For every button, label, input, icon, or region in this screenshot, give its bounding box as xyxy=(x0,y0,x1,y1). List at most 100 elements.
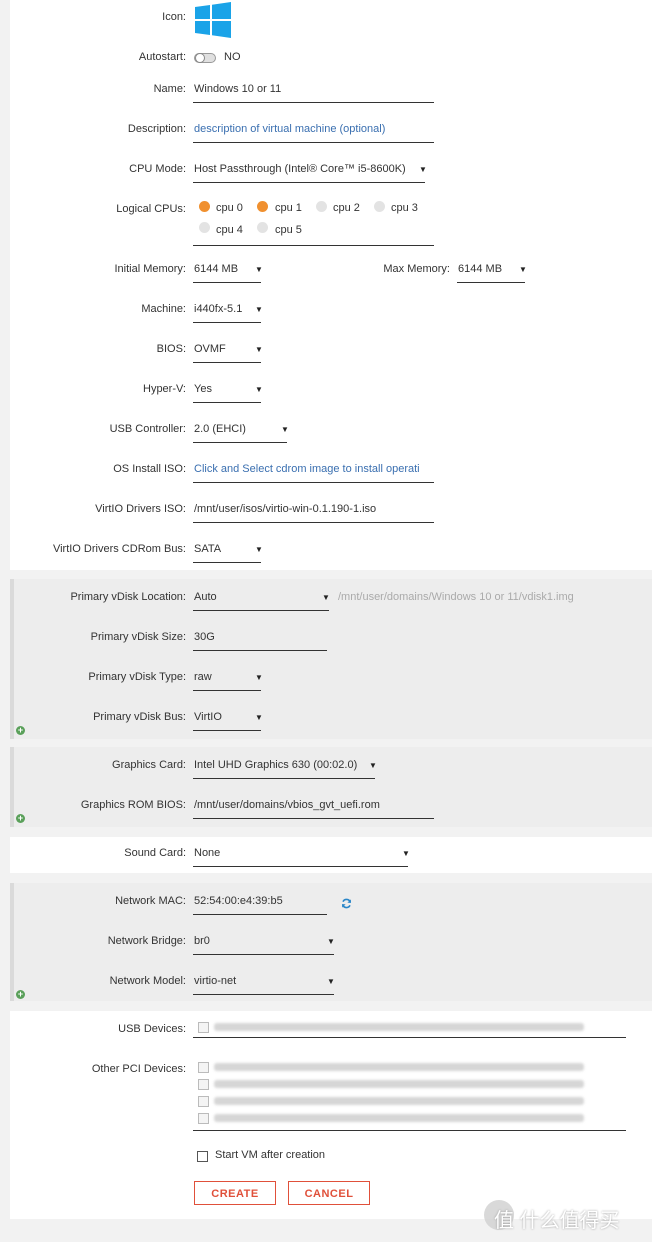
pci-device-checkbox[interactable] xyxy=(198,1062,209,1073)
pci-devices-row: Other PCI Devices: xyxy=(0,1060,652,1131)
graphics-rom-row: Graphics ROM BIOS: /mnt/user/domains/vbi… xyxy=(0,796,652,819)
max-memory-select[interactable]: 6144 MB xyxy=(458,263,502,275)
refresh-icon[interactable] xyxy=(341,898,352,909)
cancel-button[interactable]: CANCEL xyxy=(288,1181,370,1205)
cpu-4-radio-icon[interactable] xyxy=(199,222,210,233)
initial-memory-label: Initial Memory: xyxy=(114,263,186,275)
chevron-down-icon: ▼ xyxy=(255,265,263,274)
cpu-3-radio-icon[interactable] xyxy=(374,201,385,212)
pci-device-checkbox[interactable] xyxy=(198,1096,209,1107)
description-row: Description: description of virtual mach… xyxy=(0,120,652,143)
vdisk-bus-row: Primary vDisk Bus: VirtIO ▼ xyxy=(0,708,652,731)
os-iso-input[interactable]: Click and Select cdrom image to install … xyxy=(194,463,434,475)
cpu-3-label: cpu 3 xyxy=(391,202,418,214)
sound-card-row: Sound Card: None ▼ xyxy=(0,844,652,867)
cpu-0-label: cpu 0 xyxy=(216,202,243,214)
chevron-down-icon: ▼ xyxy=(369,761,377,770)
start-vm-label: Start VM after creation xyxy=(215,1149,326,1161)
virtio-bus-select[interactable]: SATA xyxy=(194,543,221,555)
pci-devices-label: Other PCI Devices: xyxy=(91,1063,186,1075)
name-input[interactable]: Windows 10 or 11 xyxy=(194,83,281,95)
initial-memory-select[interactable]: 6144 MB xyxy=(194,263,238,275)
graphics-card-row: Graphics Card: Intel UHD Graphics 630 (0… xyxy=(0,756,652,779)
bios-select[interactable]: OVMF xyxy=(194,343,226,355)
pci-device-checkbox[interactable] xyxy=(198,1113,209,1124)
memory-row: Initial Memory: 6144 MB ▼ Max Memory: 61… xyxy=(0,260,652,283)
logical-cpus-label: Logical CPUs: xyxy=(116,203,186,215)
machine-row: Machine: i440fx-5.1 ▼ xyxy=(0,300,652,323)
cpu-0-radio-icon[interactable] xyxy=(199,201,210,212)
cpu-5-label: cpu 5 xyxy=(275,224,302,236)
cpu-mode-select[interactable]: Host Passthrough (Intel® Core™ i5-8600K) xyxy=(194,163,406,175)
pci-device-checkbox[interactable] xyxy=(198,1079,209,1090)
network-model-label: Network Model: xyxy=(109,975,186,987)
start-vm-checkbox[interactable] xyxy=(197,1151,208,1162)
network-bridge-select[interactable]: br0 xyxy=(194,935,210,947)
chevron-down-icon: ▼ xyxy=(322,593,330,602)
chevron-down-icon: ▼ xyxy=(419,165,427,174)
usb-device-checkbox[interactable] xyxy=(198,1022,209,1033)
chevron-down-icon: ▼ xyxy=(255,385,263,394)
usb-devices-row: USB Devices: xyxy=(0,1020,652,1040)
virtio-bus-row: VirtIO Drivers CDRom Bus: SATA ▼ xyxy=(0,540,652,563)
usb-devices-label: USB Devices: xyxy=(118,1023,186,1035)
windows-logo-icon[interactable] xyxy=(195,2,231,38)
cpu-5-radio-icon[interactable] xyxy=(257,222,268,233)
chevron-down-icon: ▼ xyxy=(519,265,527,274)
network-mac-input[interactable]: 52:54:00:e4:39:b5 xyxy=(194,895,283,907)
name-label: Name: xyxy=(153,83,186,95)
pci-device-blurred xyxy=(214,1114,584,1122)
autostart-value: NO xyxy=(224,51,241,63)
cpu-mode-row: CPU Mode: Host Passthrough (Intel® Core™… xyxy=(0,160,652,183)
machine-select[interactable]: i440fx-5.1 xyxy=(194,303,242,315)
autostart-toggle[interactable] xyxy=(194,53,216,63)
hyperv-select[interactable]: Yes xyxy=(194,383,212,395)
chevron-down-icon: ▼ xyxy=(402,849,410,858)
add-graphics-plus-icon[interactable]: + xyxy=(16,814,25,823)
vdisk-location-row: Primary vDisk Location: Auto ▼ /mnt/user… xyxy=(0,588,652,611)
description-input[interactable]: description of virtual machine (optional… xyxy=(194,123,385,135)
virtio-iso-input[interactable]: /mnt/user/isos/virtio-win-0.1.190-1.iso xyxy=(194,503,376,515)
vdisk-size-row: Primary vDisk Size: 30G xyxy=(0,628,652,651)
os-iso-label: OS Install ISO: xyxy=(113,463,186,475)
add-network-plus-icon[interactable]: + xyxy=(16,990,25,999)
vdisk-bus-select[interactable]: VirtIO xyxy=(194,711,222,723)
usb-device-blurred xyxy=(214,1023,584,1031)
sound-card-select[interactable]: None xyxy=(194,847,220,859)
start-vm-row: Start VM after creation xyxy=(0,1146,652,1166)
autostart-label: Autostart: xyxy=(138,51,186,63)
icon-label: Icon: xyxy=(162,11,186,23)
chevron-down-icon: ▼ xyxy=(255,713,263,722)
cpu-4-label: cpu 4 xyxy=(216,224,243,236)
usb-controller-row: USB Controller: 2.0 (EHCI) ▼ xyxy=(0,420,652,443)
vdisk-size-label: Primary vDisk Size: xyxy=(90,631,186,643)
chevron-down-icon: ▼ xyxy=(255,673,263,682)
add-vdisk-plus-icon[interactable]: + xyxy=(16,726,25,735)
description-label: Description: xyxy=(127,123,186,135)
vdisk-location-select[interactable]: Auto xyxy=(194,591,217,603)
pci-device-blurred xyxy=(214,1097,584,1105)
logical-cpus-row: Logical CPUs: cpu 0 cpu 1 cpu 2 cpu 3 cp… xyxy=(0,200,652,246)
vdisk-size-input[interactable]: 30G xyxy=(194,631,215,643)
pci-device-blurred xyxy=(214,1063,584,1071)
usb-controller-select[interactable]: 2.0 (EHCI) xyxy=(194,423,246,435)
network-model-select[interactable]: virtio-net xyxy=(194,975,236,987)
network-model-row: Network Model: virtio-net ▼ xyxy=(0,972,652,995)
autostart-row: Autostart: NO xyxy=(0,48,652,68)
vdisk-type-select[interactable]: raw xyxy=(194,671,212,683)
vdisk-type-row: Primary vDisk Type: raw ▼ xyxy=(0,668,652,691)
hyperv-label: Hyper-V: xyxy=(143,383,186,395)
chevron-down-icon: ▼ xyxy=(255,305,263,314)
create-button[interactable]: CREATE xyxy=(194,1181,276,1205)
virtio-iso-row: VirtIO Drivers ISO: /mnt/user/isos/virti… xyxy=(0,500,652,523)
cpu-2-radio-icon[interactable] xyxy=(316,201,327,212)
usb-controller-label: USB Controller: xyxy=(109,423,186,435)
chevron-down-icon: ▼ xyxy=(327,977,335,986)
cpu-2-label: cpu 2 xyxy=(333,202,360,214)
graphics-rom-input[interactable]: /mnt/user/domains/vbios_gvt_uefi.rom xyxy=(194,799,380,811)
sound-card-label: Sound Card: xyxy=(124,847,186,859)
cpu-1-label: cpu 1 xyxy=(275,202,302,214)
graphics-card-select[interactable]: Intel UHD Graphics 630 (00:02.0) xyxy=(194,759,357,771)
bios-label: BIOS: xyxy=(156,343,186,355)
cpu-1-radio-icon[interactable] xyxy=(257,201,268,212)
